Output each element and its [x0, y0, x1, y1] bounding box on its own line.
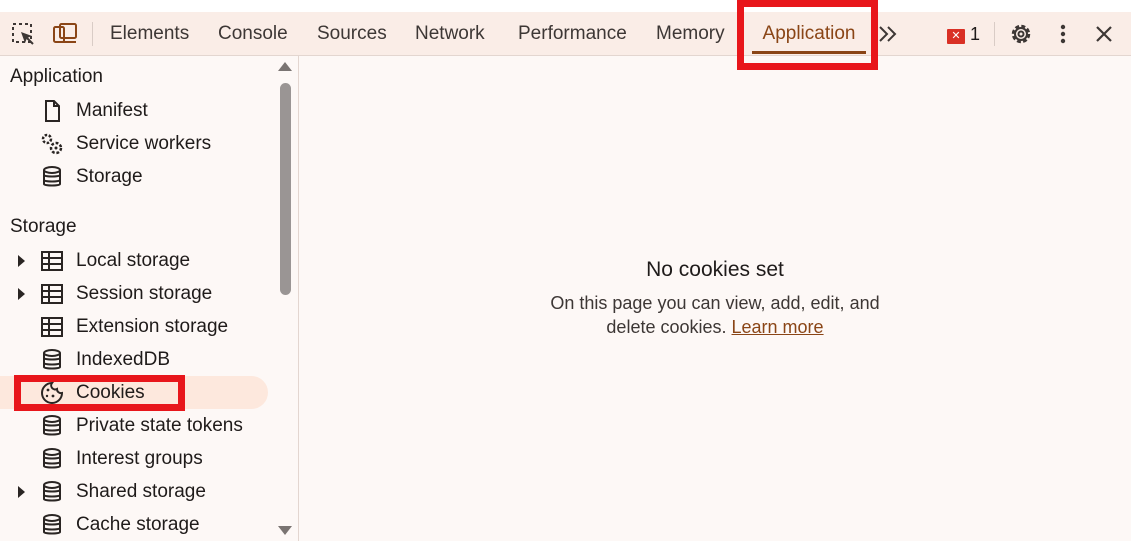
- empty-state-description: On this page you can view, add, edit, an…: [535, 291, 895, 339]
- device-toolbar-icon[interactable]: [52, 21, 78, 47]
- sidebar-item-label: IndexedDB: [76, 349, 171, 370]
- database-icon: [39, 479, 65, 505]
- scroll-down-arrow-icon[interactable]: [278, 526, 292, 535]
- sidebar-item-label: Storage: [76, 166, 143, 187]
- sidebar-item-extension-storage[interactable]: Extension storage: [0, 310, 268, 343]
- sidebar-item-label: Cookies: [76, 382, 145, 403]
- learn-more-link[interactable]: Learn more: [732, 317, 824, 337]
- tab-label: Elements: [110, 23, 190, 44]
- sidebar-item-local-storage[interactable]: Local storage: [0, 244, 268, 277]
- document-icon: [39, 98, 65, 124]
- sidebar-item-label: Local storage: [76, 250, 191, 271]
- tab-label: Application: [762, 23, 856, 44]
- issues-count: 1: [970, 24, 981, 44]
- empty-state-title: No cookies set: [646, 258, 784, 281]
- database-icon: [39, 164, 65, 190]
- chevron-double-right-icon[interactable]: [876, 21, 902, 47]
- tab-elements[interactable]: Elements: [110, 12, 189, 55]
- application-sidebar[interactable]: Application Manifest Service workers Sto…: [0, 56, 299, 541]
- tab-label: Sources: [317, 23, 387, 44]
- tab-console[interactable]: Console: [218, 12, 288, 55]
- sidebar-item-label: Shared storage: [76, 481, 206, 502]
- sidebar-item-label: Private state tokens: [76, 415, 243, 436]
- sidebar-item-label: Interest groups: [76, 448, 203, 469]
- database-icon: [39, 347, 65, 373]
- sidebar-item-label: Manifest: [76, 100, 148, 121]
- tab-label: Network: [415, 23, 485, 44]
- sidebar-item-shared-storage[interactable]: Shared storage: [0, 475, 268, 508]
- active-tab-indicator: [752, 51, 866, 54]
- sidebar-item-interest-groups[interactable]: Interest groups: [0, 442, 268, 475]
- cookie-icon: [39, 380, 65, 406]
- section-title-application: Application: [10, 66, 103, 87]
- close-icon[interactable]: [1091, 21, 1117, 47]
- sidebar-item-label: Extension storage: [76, 316, 229, 337]
- sidebar-item-indexeddb[interactable]: IndexedDB: [0, 343, 268, 376]
- sidebar-item-label: Cache storage: [76, 514, 200, 535]
- table-icon: [39, 314, 65, 340]
- database-icon: [39, 512, 65, 538]
- tab-memory[interactable]: Memory: [656, 12, 725, 55]
- sidebar-item-storage[interactable]: Storage: [0, 160, 268, 193]
- sidebar-item-label: Session storage: [76, 283, 213, 304]
- database-icon: [39, 446, 65, 472]
- gears-icon: [39, 131, 65, 157]
- error-icon: ✕: [947, 29, 965, 44]
- gear-icon[interactable]: [1008, 21, 1034, 47]
- expand-arrow-icon[interactable]: [18, 486, 25, 498]
- sidebar-item-private-state-tokens[interactable]: Private state tokens: [0, 409, 268, 442]
- sidebar-item-service-workers[interactable]: Service workers: [0, 127, 268, 160]
- tab-performance[interactable]: Performance: [518, 12, 627, 55]
- expand-arrow-icon[interactable]: [18, 288, 25, 300]
- sidebar-item-session-storage[interactable]: Session storage: [0, 277, 268, 310]
- tab-label: Performance: [518, 23, 627, 44]
- expand-arrow-icon[interactable]: [18, 255, 25, 267]
- kebab-menu-icon[interactable]: [1050, 21, 1076, 47]
- devtools-toolbar: Elements Console Sources Network Perform…: [0, 12, 1131, 56]
- toolbar-separator: [994, 22, 995, 46]
- section-title-storage: Storage: [10, 216, 77, 237]
- table-icon: [39, 248, 65, 274]
- sidebar-item-cookies[interactable]: Cookies: [0, 376, 268, 409]
- empty-state-text: On this page you can view, add, edit, an…: [550, 293, 880, 337]
- sidebar-item-cache-storage[interactable]: Cache storage: [0, 508, 268, 541]
- database-icon: [39, 413, 65, 439]
- inspect-element-icon[interactable]: [10, 21, 36, 47]
- toolbar-separator: [92, 22, 93, 46]
- table-icon: [39, 281, 65, 307]
- scroll-up-arrow-icon[interactable]: [278, 62, 292, 71]
- issues-badge[interactable]: ✕ 1: [947, 22, 980, 46]
- window-top-strip: [0, 0, 1131, 12]
- sidebar-item-manifest[interactable]: Manifest: [0, 94, 268, 127]
- tab-label: Memory: [656, 23, 725, 44]
- tab-label: Console: [218, 23, 288, 44]
- tab-application[interactable]: Application: [752, 12, 866, 55]
- tab-network[interactable]: Network: [415, 12, 485, 55]
- sidebar-scrollbar-thumb[interactable]: [280, 83, 291, 295]
- sidebar-item-label: Service workers: [76, 133, 212, 154]
- tab-sources[interactable]: Sources: [317, 12, 387, 55]
- cookies-panel: No cookies set On this page you can view…: [299, 56, 1131, 541]
